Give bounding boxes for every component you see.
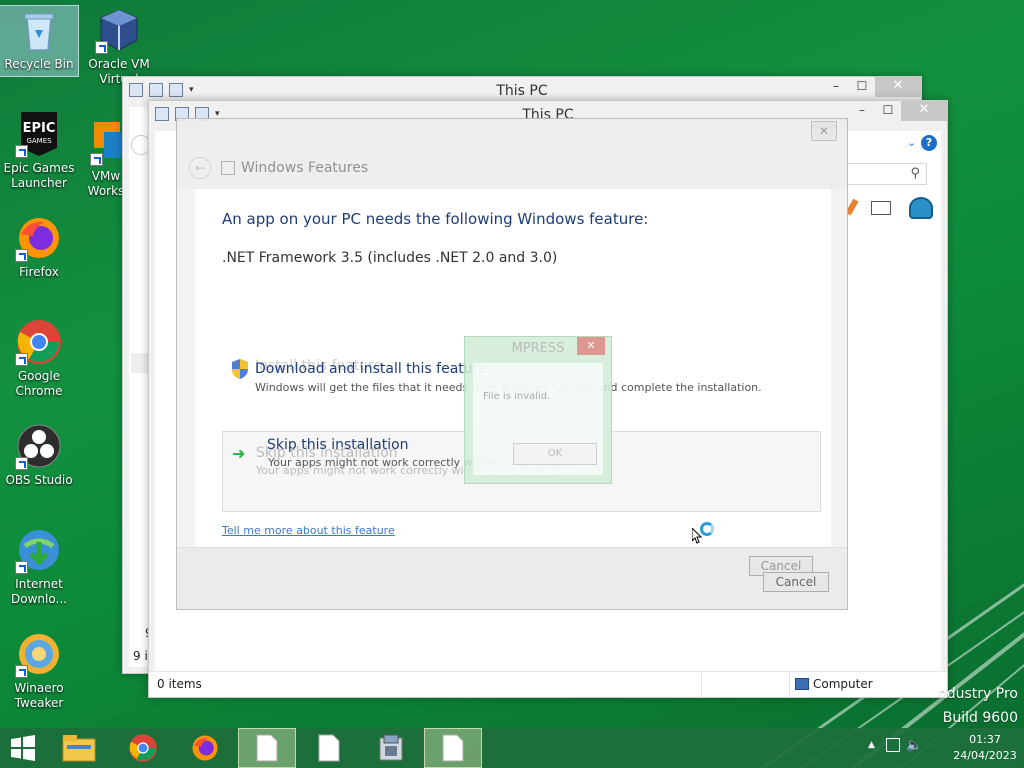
maximize-button[interactable]: ☐	[849, 77, 875, 97]
dialog-header: ✕ ← Windows Features	[177, 119, 847, 189]
desktop-icon-label: Recycle Bin	[4, 57, 74, 71]
feature-name: .NET Framework 3.5 (includes .NET 2.0 an…	[222, 250, 558, 266]
watermark-build: Build 9600	[942, 710, 1018, 726]
document-icon	[318, 734, 340, 762]
svg-text:GAMES: GAMES	[26, 137, 52, 145]
obs-studio-icon	[15, 422, 63, 470]
maximize-button[interactable]: ☐	[875, 101, 901, 121]
close-button[interactable]: ✕	[901, 101, 947, 121]
windows-logo-icon	[11, 735, 35, 761]
taskbar-chrome[interactable]	[114, 728, 172, 768]
error-message-box[interactable]: MPRESS ✕ File is invalid. OK	[464, 336, 612, 484]
desktop-icon-label: Internet Downlo...	[11, 577, 67, 606]
close-button[interactable]: ✕	[875, 77, 921, 97]
ribbon-expand-icon[interactable]: ⌄	[907, 137, 919, 149]
network-icon[interactable]	[886, 738, 900, 752]
error-close-button[interactable]: ✕	[577, 337, 605, 355]
desktop-icon-epic-games[interactable]: EPIC GAMES Epic Games Launcher	[0, 110, 78, 191]
minimize-button[interactable]: –	[849, 101, 875, 121]
chrome-icon	[129, 734, 157, 762]
arrow-right-icon: ➜	[232, 444, 246, 463]
firefox-icon	[15, 214, 63, 262]
desktop-icon-winaero[interactable]: Winaero Tweaker	[0, 630, 78, 711]
cancel-button[interactable]: Cancel	[763, 572, 829, 592]
dialog-footer	[177, 547, 847, 609]
window-title: This PC	[496, 83, 548, 99]
clock-time: 01:37	[969, 733, 1001, 746]
svg-text:EPIC: EPIC	[23, 121, 56, 136]
windows-features-icon	[221, 161, 235, 175]
ok-button[interactable]: OK	[513, 443, 597, 465]
drive-icon[interactable]	[871, 201, 891, 215]
document-icon	[256, 734, 278, 762]
taskbar-file-explorer[interactable]	[50, 728, 108, 768]
virtualbox-icon	[95, 6, 143, 54]
desktop-icon-obs[interactable]: OBS Studio	[0, 422, 78, 488]
desktop-icon-firefox[interactable]: Firefox	[0, 214, 78, 280]
status-bar: 0 items Computer	[149, 671, 947, 698]
loading-spinner-icon	[700, 522, 714, 536]
desktop-icon-internet-download[interactable]: Internet Downlo...	[0, 526, 78, 607]
show-hidden-icons-icon[interactable]: ▲	[868, 740, 875, 750]
computer-icon	[795, 678, 809, 690]
start-button[interactable]	[0, 728, 46, 768]
dialog-heading: An app on your PC needs the following Wi…	[222, 210, 649, 228]
internet-download-manager-icon	[15, 526, 63, 574]
status-item-count: 0 items	[157, 677, 202, 691]
recycle-bin-icon	[15, 6, 63, 54]
more-info-link[interactable]: Tell me more about this feature	[222, 524, 395, 537]
desktop-icon-chrome[interactable]: Google Chrome	[0, 318, 78, 399]
chrome-icon	[15, 318, 63, 366]
status-location: Computer	[813, 677, 873, 691]
volume-icon[interactable]: 🔈	[906, 738, 922, 753]
option-install-title[interactable]: Download and install this feature	[255, 361, 487, 377]
document-icon	[442, 734, 464, 762]
taskbar-document-3[interactable]	[424, 728, 482, 768]
clock-date: 24/04/2023	[953, 749, 1017, 762]
desktop-icon-label: Winaero Tweaker	[14, 681, 64, 710]
taskbar: ▲ 🔈 01:37 24/04/2023	[0, 728, 1024, 768]
desktop-icon-recycle-bin[interactable]: Recycle Bin	[0, 5, 79, 77]
winaero-tweaker-icon	[15, 630, 63, 678]
control-panel-icon[interactable]	[909, 197, 933, 219]
taskbar-document-2[interactable]	[300, 728, 358, 768]
firefox-icon	[192, 735, 218, 761]
help-icon[interactable]: ?	[921, 135, 937, 151]
installer-icon	[379, 734, 403, 761]
epic-games-icon: EPIC GAMES	[15, 110, 63, 158]
watermark-edition: ndustry Pro	[937, 686, 1018, 702]
shield-icon	[230, 358, 250, 380]
taskbar-firefox[interactable]	[176, 728, 234, 768]
folder-icon	[62, 735, 96, 762]
error-message: File is invalid.	[483, 391, 551, 402]
taskbar-installer[interactable]	[362, 728, 420, 768]
taskbar-document-1[interactable]	[238, 728, 296, 768]
clock[interactable]: 01:37 24/04/2023	[952, 732, 1018, 764]
dialog-title: Windows Features	[241, 160, 369, 176]
back-arrow-icon[interactable]: ←	[189, 157, 211, 179]
dialog-close-button[interactable]: ✕	[811, 121, 837, 141]
minimize-button[interactable]: –	[823, 77, 849, 97]
search-icon: ⚲	[910, 166, 920, 181]
desktop-icon-label: Google Chrome	[15, 369, 63, 398]
desktop-icon-oracle-vm[interactable]: Oracle VM Virtual	[80, 6, 158, 87]
desktop-icon-label: OBS Studio	[5, 473, 73, 487]
desktop-icon-label: Epic Games Launcher	[3, 161, 75, 190]
desktop-icon-label: Firefox	[19, 265, 59, 279]
